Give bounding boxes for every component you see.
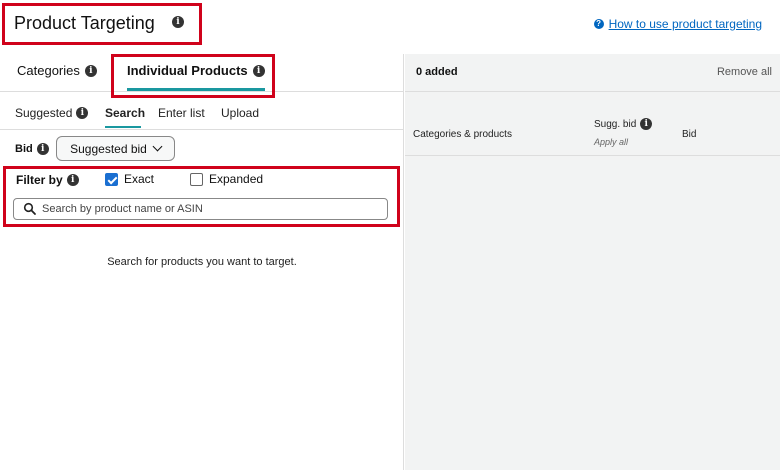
right-panel: 0 added Remove all Categories & products… xyxy=(405,54,780,470)
bid-dropdown-value: Suggested bid xyxy=(70,141,147,156)
exact-checkbox[interactable]: Exact xyxy=(105,172,154,186)
subtab-upload-label: Upload xyxy=(221,106,260,120)
checkbox-checked-icon[interactable] xyxy=(105,172,118,186)
apply-all-link[interactable]: Apply all xyxy=(594,137,628,147)
active-subtab-indicator xyxy=(105,126,141,128)
question-icon: ? xyxy=(593,19,604,29)
page-header: Product Targeting i ? How to use product… xyxy=(0,0,780,50)
search-icon xyxy=(23,202,37,216)
tab-categories[interactable]: Categories i xyxy=(17,63,97,78)
search-input[interactable] xyxy=(42,203,372,215)
individual-products-highlight-box xyxy=(111,54,275,98)
filter-row: Filter by i Exact Expanded xyxy=(0,170,404,190)
bid-dropdown[interactable]: Suggested bid xyxy=(56,136,175,161)
filter-label: Filter by i xyxy=(16,173,79,187)
column-header-bid: Bid xyxy=(682,129,697,140)
chevron-down-icon xyxy=(152,141,163,152)
empty-state-message: Search for products you want to target. xyxy=(107,256,297,268)
column-header-sugg-bid: Sugg. bid i xyxy=(594,118,653,130)
filter-label-text: Filter by xyxy=(16,173,63,187)
bid-row: Bid i Suggested bid xyxy=(0,136,404,164)
help-link-label: How to use product targeting xyxy=(608,17,762,31)
subtab-search[interactable]: Search xyxy=(105,106,145,120)
subtab-enter-list-label: Enter list xyxy=(158,106,205,120)
info-icon[interactable]: i xyxy=(172,16,184,28)
expanded-checkbox-label: Expanded xyxy=(209,172,264,186)
exact-checkbox-label: Exact xyxy=(124,172,155,186)
added-header: 0 added Remove all xyxy=(405,54,780,92)
column-header-categories: Categories & products xyxy=(413,129,512,140)
expanded-checkbox[interactable]: Expanded xyxy=(190,172,263,186)
search-field[interactable] xyxy=(13,198,388,220)
bid-label-text: Bid xyxy=(15,143,33,155)
tab-categories-label: Categories xyxy=(17,63,80,78)
subtab-upload[interactable]: Upload xyxy=(221,106,259,120)
page-title: Product Targeting xyxy=(14,13,155,33)
divider xyxy=(0,129,404,130)
subtab-suggested-label: Suggested xyxy=(15,106,73,120)
subtab-enter-list[interactable]: Enter list xyxy=(158,106,205,120)
help-link[interactable]: ? How to use product targeting xyxy=(593,17,762,31)
info-icon[interactable]: i xyxy=(66,174,79,186)
info-icon[interactable]: i xyxy=(640,118,653,130)
added-count: 0 added xyxy=(416,66,458,78)
info-icon[interactable]: i xyxy=(84,64,97,77)
targeting-type-tabs: Categories i Individual Products i xyxy=(0,54,404,98)
info-icon[interactable]: i xyxy=(36,143,49,155)
left-panel: Categories i Individual Products i Sugge… xyxy=(0,54,404,470)
info-icon[interactable]: i xyxy=(76,107,89,119)
remove-all-button[interactable]: Remove all xyxy=(717,66,772,78)
table-header: Categories & products Sugg. bid i Apply … xyxy=(405,118,780,156)
subtab-suggested[interactable]: Suggested i xyxy=(15,106,89,120)
subtab-search-label: Search xyxy=(105,106,146,120)
column-header-sugg-bid-label: Sugg. bid xyxy=(594,118,637,130)
checkbox-unchecked-icon[interactable] xyxy=(190,172,203,186)
search-mode-tabs: Suggested i Search Enter list Upload xyxy=(0,106,404,134)
bid-label: Bid i xyxy=(15,143,49,155)
